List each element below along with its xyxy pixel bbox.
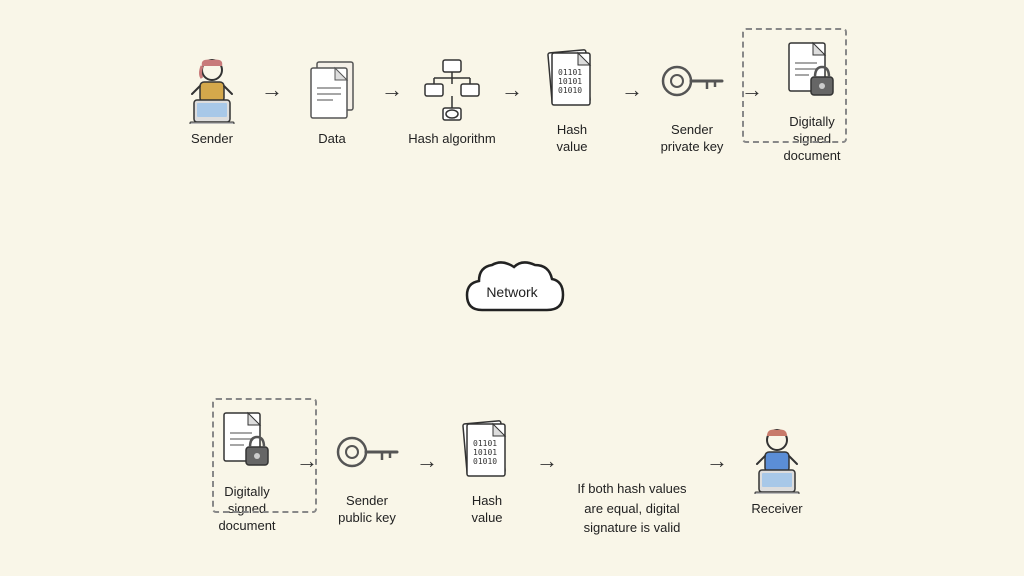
sender-public-key-label: Senderpublic key bbox=[338, 493, 396, 527]
hash-value-bottom-icon: 01101 10101 01010 bbox=[452, 417, 522, 487]
arrow-1: → bbox=[261, 77, 283, 103]
hash-algorithm-icon bbox=[417, 55, 487, 125]
receiver-label: Receiver bbox=[751, 501, 802, 518]
digitally-signed-doc-top-label: Digitallysigneddocument bbox=[783, 114, 840, 165]
digitally-signed-doc-top-icon bbox=[777, 38, 847, 108]
arrow-9: → bbox=[706, 448, 728, 474]
network-row: Network bbox=[32, 245, 992, 325]
step-network: Network bbox=[457, 245, 567, 325]
arrow-4: → bbox=[621, 77, 643, 103]
sender-private-key-label: Senderprivate key bbox=[661, 122, 724, 156]
arrow-8: → bbox=[536, 448, 558, 474]
step-hash-algorithm: Hash algorithm bbox=[407, 55, 497, 148]
data-label: Data bbox=[318, 131, 345, 148]
svg-text:10101: 10101 bbox=[558, 77, 582, 86]
sender-private-key-icon bbox=[657, 46, 727, 116]
digitally-signed-doc-bottom-label: Digitallysigneddocument bbox=[218, 484, 275, 535]
step-hash-value-top: 01101 10101 01010 Hashvalue bbox=[527, 46, 617, 156]
validation-label: If both hash valuesare equal, digitalsig… bbox=[577, 479, 686, 538]
svg-text:01101: 01101 bbox=[558, 68, 582, 77]
sender-icon bbox=[177, 55, 247, 125]
validation-icon bbox=[627, 405, 637, 473]
sender-public-key-icon bbox=[332, 417, 402, 487]
svg-text:Network: Network bbox=[486, 284, 538, 300]
svg-text:01101: 01101 bbox=[473, 439, 497, 448]
hash-value-bottom-label: Hashvalue bbox=[471, 493, 502, 527]
arrow-2: → bbox=[381, 77, 403, 103]
digitally-signed-doc-bottom-icon bbox=[212, 408, 282, 478]
top-row: Sender → bbox=[32, 38, 992, 165]
step-sender-public-key: Senderpublic key bbox=[322, 417, 412, 527]
hash-algorithm-label: Hash algorithm bbox=[408, 131, 495, 148]
network-icon: Network bbox=[457, 245, 567, 325]
arrow-6: → bbox=[296, 448, 318, 474]
svg-text:01010: 01010 bbox=[558, 86, 582, 95]
data-icon bbox=[297, 55, 367, 125]
svg-text:10101: 10101 bbox=[473, 448, 497, 457]
diagram: Sender → bbox=[22, 18, 1002, 558]
step-sender-private-key: Senderprivate key bbox=[647, 46, 737, 156]
hash-value-top-label: Hashvalue bbox=[556, 122, 587, 156]
step-receiver: Receiver bbox=[732, 425, 822, 518]
sender-label: Sender bbox=[191, 131, 233, 148]
arrow-3: → bbox=[501, 77, 523, 103]
arrow-5: → bbox=[741, 77, 763, 103]
hash-value-top-icon: 01101 10101 01010 bbox=[537, 46, 607, 116]
step-digitally-signed-doc-top: Digitallysigneddocument bbox=[767, 38, 857, 165]
step-digitally-signed-doc-bottom: Digitallysigneddocument bbox=[202, 408, 292, 535]
step-hash-value-bottom: 01101 10101 01010 Hashvalue bbox=[442, 417, 532, 527]
svg-text:01010: 01010 bbox=[473, 457, 497, 466]
receiver-icon bbox=[742, 425, 812, 495]
bottom-row: Digitallysigneddocument → Senderpublic k… bbox=[32, 405, 992, 538]
arrow-7: → bbox=[416, 448, 438, 474]
step-sender: Sender bbox=[167, 55, 257, 148]
step-data: Data bbox=[287, 55, 377, 148]
step-validation: If both hash valuesare equal, digitalsig… bbox=[562, 405, 702, 538]
